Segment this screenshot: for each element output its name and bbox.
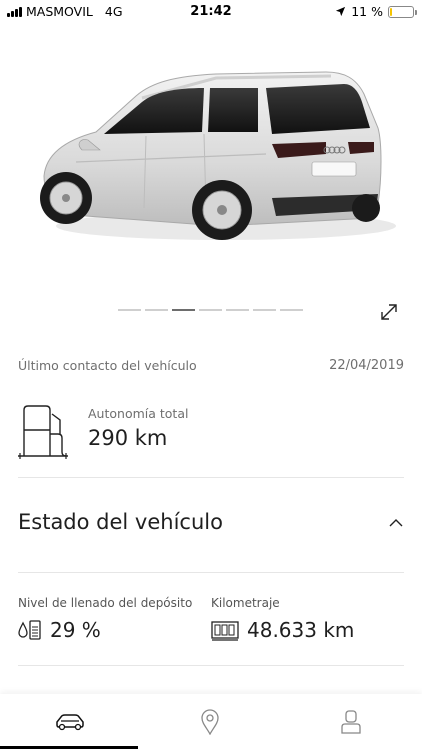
chevron-up-icon[interactable] <box>388 517 404 527</box>
battery-percent: 11 % <box>351 4 383 19</box>
carousel-dot[interactable] <box>145 309 168 311</box>
fuel-level-stat: Nivel de llenado del depósito 29 % <box>18 596 192 642</box>
mileage-label: Kilometraje <box>211 596 280 610</box>
tab-vehicle[interactable] <box>0 694 140 750</box>
location-arrow-icon <box>336 6 346 17</box>
last-contact-label: Último contacto del vehículo <box>18 358 197 373</box>
battery-fill <box>390 7 393 16</box>
map-pin-icon <box>201 709 219 735</box>
divider <box>18 477 404 478</box>
user-icon <box>341 710 361 734</box>
mileage-value: 48.633 km <box>247 618 355 642</box>
odometer-icon <box>211 621 239 641</box>
fuel-level-label: Nivel de llenado del depósito <box>18 596 193 610</box>
battery-icon <box>388 5 417 18</box>
section-title: Estado del vehículo <box>18 510 223 534</box>
divider <box>18 665 404 666</box>
status-right: 11 % <box>335 4 417 19</box>
carousel-dot[interactable] <box>280 309 303 311</box>
vehicle-hero <box>0 24 422 338</box>
carousel-dot[interactable] <box>118 309 141 311</box>
autonomy-block: Autonomía total 290 km <box>18 404 404 464</box>
fuel-level-value: 29 % <box>50 618 101 642</box>
fuel-pump-icon <box>18 405 68 459</box>
vehicle-details: Último contacto del vehículo 22/04/2019 … <box>0 338 422 694</box>
active-tab-indicator <box>0 746 138 749</box>
mileage-stat: Kilometraje 48.633 km <box>211 596 354 642</box>
tab-profile[interactable] <box>281 694 421 750</box>
divider <box>18 572 404 573</box>
vehicle-status-toggle[interactable]: Estado del vehículo <box>18 510 404 534</box>
fuel-gauge-icon <box>18 620 41 640</box>
carousel-dot[interactable] <box>172 309 195 311</box>
carousel-pagination[interactable] <box>118 309 303 311</box>
carousel-dot[interactable] <box>199 309 222 311</box>
carousel-dot[interactable] <box>253 309 276 311</box>
last-contact-date: 22/04/2019 <box>329 358 404 373</box>
autonomy-value: 290 km <box>88 426 168 450</box>
status-bar: MASMOVIL 4G 21:42 11 % <box>0 0 422 24</box>
carousel-dot[interactable] <box>226 309 249 311</box>
car-image <box>40 71 396 240</box>
tab-map[interactable] <box>140 694 280 750</box>
autonomy-label: Autonomía total <box>88 406 189 421</box>
expand-icon[interactable] <box>378 301 400 323</box>
last-contact-row: Último contacto del vehículo 22/04/2019 <box>18 358 404 373</box>
bottom-navigation <box>0 694 422 750</box>
car-icon <box>56 714 84 731</box>
